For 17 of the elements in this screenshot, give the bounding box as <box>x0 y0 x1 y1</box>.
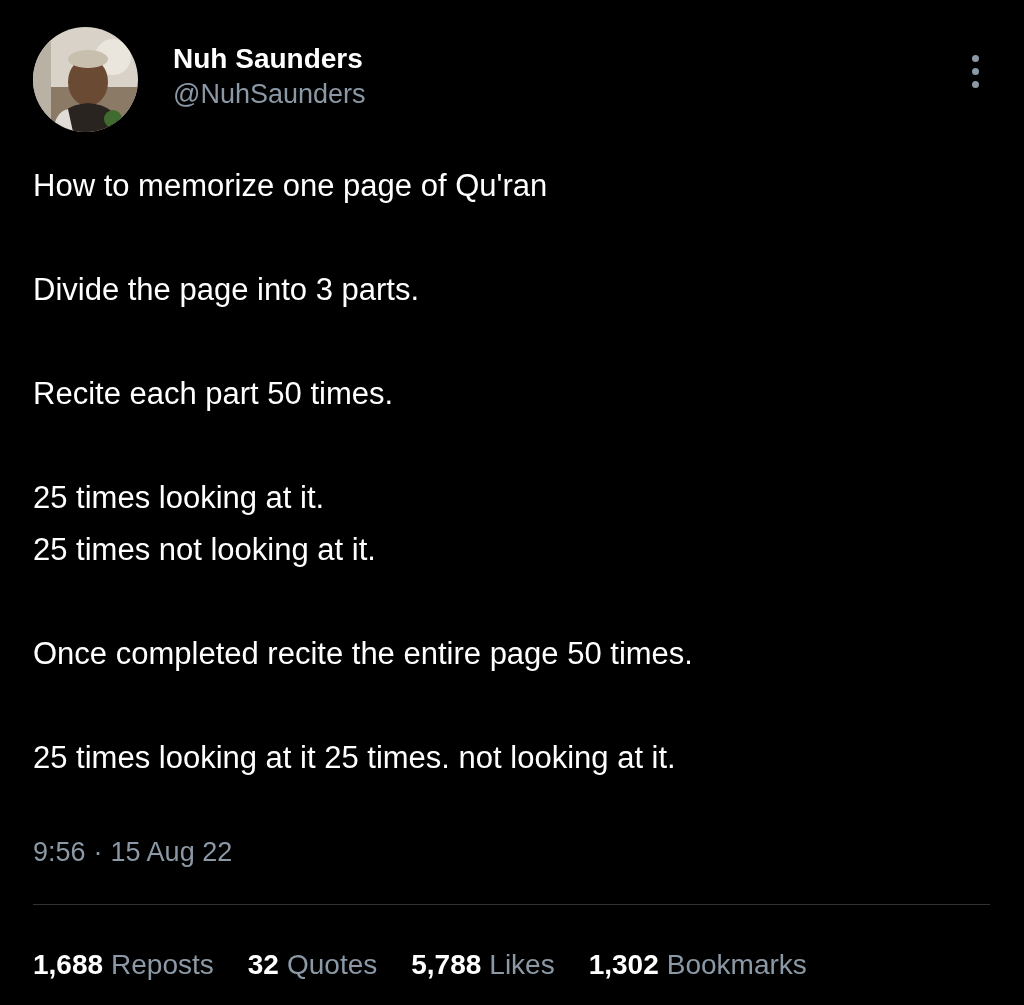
post-time[interactable]: 9:56 <box>33 834 86 870</box>
stat-link[interactable]: 32 Quotes <box>247 947 378 983</box>
author-name[interactable]: Nuh Saunders <box>173 41 366 77</box>
stat-link[interactable]: 1,688 Reposts <box>33 947 214 983</box>
post-text: Once completed recite the entire page 50 times. <box>33 635 693 673</box>
author-handle[interactable]: @NuhSaunders <box>173 77 366 111</box>
post-text: How to memorize one page of Qu'ran <box>33 167 548 205</box>
stat-link[interactable]: 1,302 Bookmarks <box>588 947 807 983</box>
post-text: 25 times looking at it. <box>33 479 325 517</box>
separator-dot: · <box>93 836 103 869</box>
post-text: Recite each part 50 times. <box>33 375 394 413</box>
post-text: 25 times not looking at it. <box>33 531 376 569</box>
post-date[interactable]: 15 Aug 22 <box>110 834 233 870</box>
more-options-icon[interactable] <box>972 55 979 88</box>
post-text: Divide the page into 3 parts. <box>33 271 420 309</box>
post-text: 25 times looking at it 25 times. not looking at it. <box>33 739 676 777</box>
stat-link[interactable]: 5,788 Likes <box>411 947 555 983</box>
